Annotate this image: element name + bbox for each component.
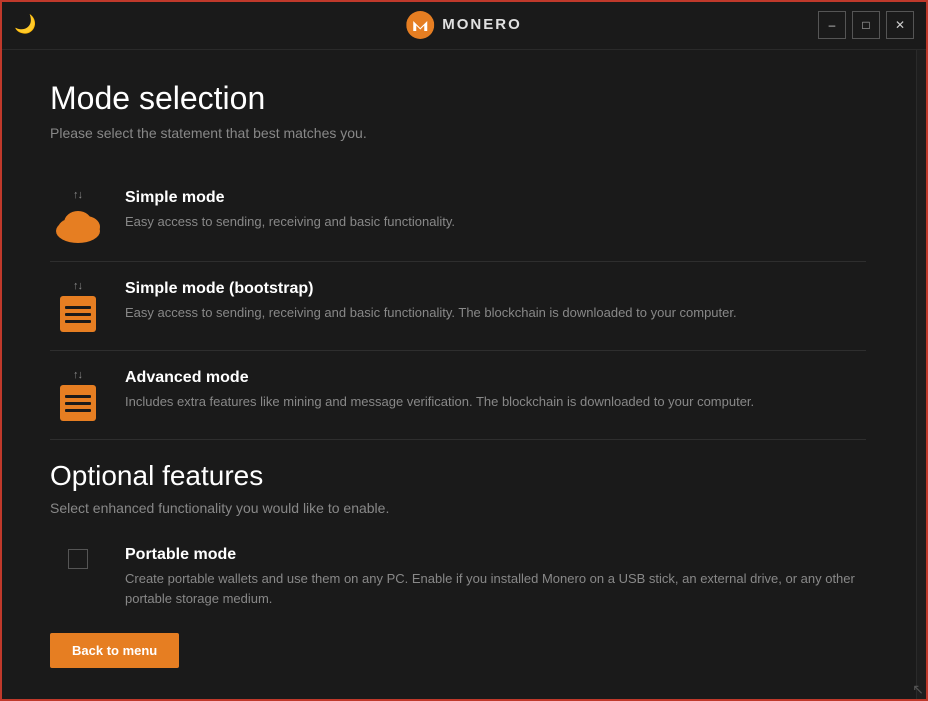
minimize-button[interactable]: – [818,11,846,39]
advanced-server-icon [60,385,96,421]
back-to-menu-button[interactable]: Back to menu [50,633,179,668]
simple-bootstrap-icon-container: ↑↓ [50,280,105,332]
scrollbar-track[interactable] [916,50,928,701]
advanced-mode-icon-container: ↑↓ [50,369,105,421]
simple-bootstrap-mode-desc: Easy access to sending, receiving and ba… [125,303,866,323]
simple-mode-item[interactable]: ↑↓ Simple mode Easy access to sending, r… [50,171,866,262]
simple-bootstrap-mode-name: Simple mode (bootstrap) [125,280,866,298]
transfer-arrows-3-icon: ↑↓ [73,369,82,381]
close-button[interactable]: ✕ [886,11,914,39]
server-line-2 [65,313,91,316]
resize-handle-icon[interactable]: ↗ [908,681,924,697]
advanced-server-line-1 [65,395,91,398]
advanced-mode-desc: Includes extra features like mining and … [125,392,866,412]
portable-mode-desc: Create portable wallets and use them on … [125,569,866,608]
optional-features-subtitle: Select enhanced functionality you would … [50,500,866,516]
simple-bootstrap-mode-text: Simple mode (bootstrap) Easy access to s… [125,280,866,323]
monero-logo-icon [406,11,434,39]
page-title: Mode selection [50,80,866,117]
simple-bootstrap-mode-item[interactable]: ↑↓ Simple mode (bootstrap) Easy access t… [50,262,866,351]
optional-features-title: Optional features [50,460,866,492]
content-area: Mode selection Please select the stateme… [0,50,916,701]
advanced-server-line-2 [65,402,91,405]
cloud-icon [52,205,104,243]
moon-icon: 🌙 [14,14,36,36]
simple-mode-icon-container: ↑↓ [50,189,105,243]
simple-mode-name: Simple mode [125,189,866,207]
page-subtitle: Please select the statement that best ma… [50,125,866,141]
bottom-bar: Back to menu [50,618,866,678]
portable-mode-name: Portable mode [125,546,866,564]
portable-mode-feature: Portable mode Create portable wallets an… [50,536,866,618]
title-bar-right: – □ ✕ [818,11,914,39]
advanced-mode-text: Advanced mode Includes extra features li… [125,369,866,412]
portable-mode-text: Portable mode Create portable wallets an… [125,546,866,608]
server-line-1 [65,306,91,309]
transfer-arrows-2-icon: ↑↓ [73,280,82,292]
server-line-3 [65,320,91,323]
main-content: Mode selection Please select the stateme… [0,50,928,701]
title-bar: 🌙 MONERO – □ ✕ [0,0,928,50]
app-title: MONERO [442,16,522,33]
portable-mode-checkbox[interactable] [68,549,88,569]
title-bar-left: 🌙 [14,14,36,36]
title-bar-center: MONERO [406,11,522,39]
server-icon [60,296,96,332]
advanced-mode-item[interactable]: ↑↓ Advanced mode Includes extra features… [50,351,866,440]
checkbox-container [50,546,105,569]
simple-mode-desc: Easy access to sending, receiving and ba… [125,212,866,232]
advanced-server-line-3 [65,409,91,412]
transfer-arrows-icon: ↑↓ [73,189,82,201]
maximize-button[interactable]: □ [852,11,880,39]
simple-mode-text: Simple mode Easy access to sending, rece… [125,189,866,232]
advanced-mode-name: Advanced mode [125,369,866,387]
